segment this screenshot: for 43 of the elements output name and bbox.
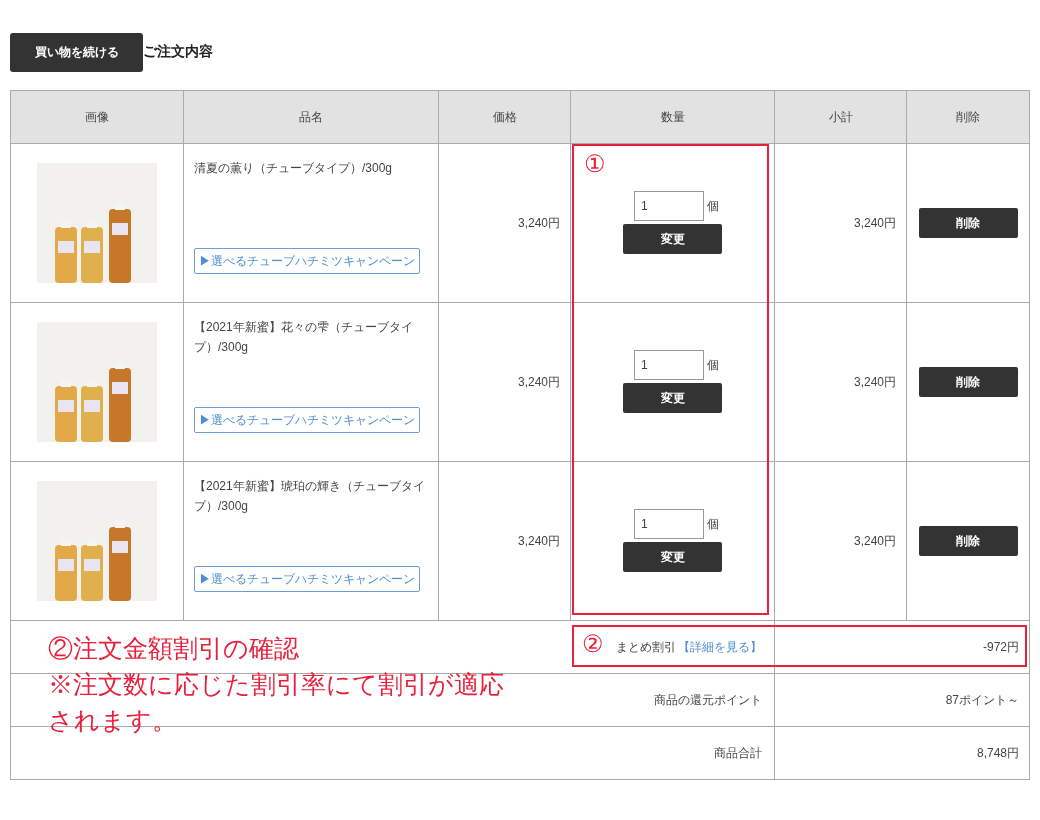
summary-value: 87ポイント～ <box>945 692 1019 707</box>
section-title: ご注文内容 <box>143 42 213 61</box>
column-header: 数量 <box>660 109 685 124</box>
annotation-marker: ② <box>582 629 604 658</box>
column-header: 価格 <box>492 109 517 124</box>
continue-shopping-button[interactable]: 買い物を続ける <box>10 32 143 72</box>
unit-label: 個 <box>707 198 719 215</box>
unit-label: 個 <box>707 516 719 533</box>
price-text: 3,240円 <box>517 533 560 548</box>
product-name: 清夏の薫り（チューブタイプ）/300g <box>194 159 394 177</box>
annotation-marker: ① <box>584 149 606 178</box>
column-header: 品名 <box>299 109 323 124</box>
campaign-link[interactable]: ▶選べるチューブハチミツキャンペーン <box>194 565 420 592</box>
annotation-note: ※注文数に応じた割引率にて割引が適応されます。 <box>48 668 505 736</box>
unit-label: 個 <box>707 357 719 374</box>
column-header: 画像 <box>85 109 109 124</box>
product-name: 【2021年新蜜】琥珀の輝き（チューブタイプ）/300g <box>194 477 426 515</box>
price-text: 3,240円 <box>517 215 560 230</box>
change-button[interactable]: 変更 <box>623 224 722 254</box>
quantity-field[interactable]: 1 <box>634 191 704 221</box>
column-header: 削除 <box>956 109 980 124</box>
details-link[interactable]: 【詳細を見る】 <box>678 639 762 654</box>
change-button[interactable]: 変更 <box>623 542 722 572</box>
subtotal-text: 3,240円 <box>853 374 896 389</box>
summary-label: 商品の還元ポイント <box>654 692 762 707</box>
quantity-field[interactable]: 1 <box>634 350 704 380</box>
annotation-title: ②注文金額割引の確認 <box>48 632 300 664</box>
campaign-link[interactable]: ▶選べるチューブハチミツキャンペーン <box>194 247 420 274</box>
column-header: 小計 <box>828 109 853 124</box>
summary-value: 8,748円 <box>976 745 1019 760</box>
price-text: 3,240円 <box>517 374 560 389</box>
product-name: 【2021年新蜜】花々の雫（チューブタイプ）/300g <box>194 318 414 356</box>
campaign-link[interactable]: ▶選べるチューブハチミツキャンペーン <box>194 406 420 433</box>
summary-label: 商品合計 <box>714 745 762 760</box>
delete-button[interactable]: 削除 <box>918 366 1018 397</box>
summary-value: -972円 <box>982 639 1019 654</box>
subtotal-text: 3,240円 <box>853 215 896 230</box>
delete-button[interactable]: 削除 <box>918 207 1018 238</box>
delete-button[interactable]: 削除 <box>918 525 1018 556</box>
quantity-field[interactable]: 1 <box>634 509 704 539</box>
summary-label: まとめ割引 <box>616 639 676 654</box>
subtotal-text: 3,240円 <box>853 533 896 548</box>
change-button[interactable]: 変更 <box>623 383 722 413</box>
